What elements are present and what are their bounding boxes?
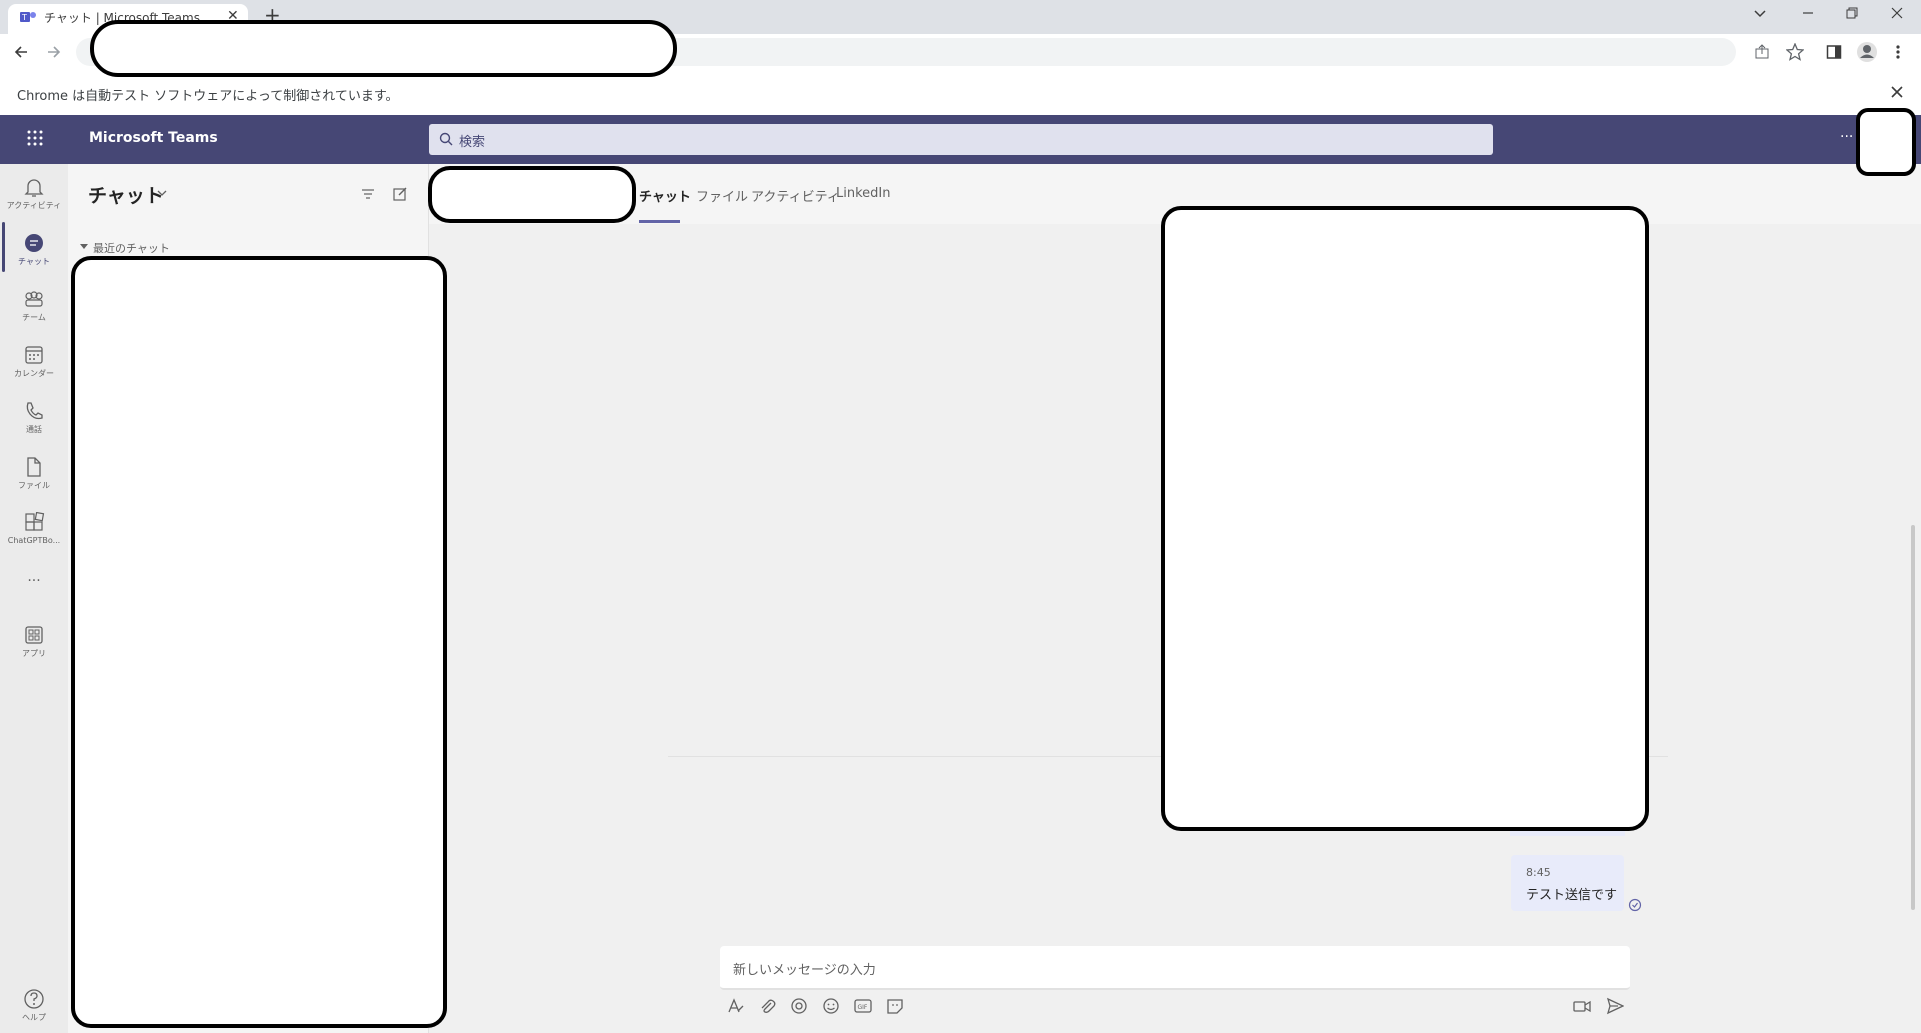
- app-title: Microsoft Teams: [89, 130, 218, 146]
- message-text: テスト送信です: [1526, 888, 1618, 903]
- svg-text:GIF: GIF: [858, 1004, 868, 1011]
- calendar-icon: [0, 344, 68, 366]
- tab-linkedin[interactable]: LinkedIn: [836, 186, 890, 201]
- redacted-messages: [1161, 206, 1649, 831]
- recent-chats-section[interactable]: 最近のチャット: [93, 240, 170, 256]
- message-scrollbar[interactable]: [1911, 525, 1915, 910]
- profile-avatar-icon[interactable]: [1856, 41, 1878, 63]
- sent-check-icon: [1628, 898, 1642, 912]
- rail-item-calls[interactable]: 通話: [0, 394, 68, 444]
- message-timestamp: 8:45: [1526, 866, 1551, 879]
- app-launcher-icon[interactable]: [26, 129, 44, 147]
- apps-icon: [0, 624, 68, 646]
- meet-now-icon[interactable]: [1573, 997, 1591, 1015]
- share-icon[interactable]: [1754, 44, 1770, 60]
- rail-label: チャット: [18, 257, 50, 266]
- rail-label: ChatGPTBo...: [7, 536, 61, 545]
- redacted-url: [90, 20, 677, 77]
- help-icon: [0, 988, 68, 1010]
- rail-item-help[interactable]: ヘルプ: [0, 982, 68, 1032]
- teams-icon: [0, 288, 68, 310]
- file-icon: [0, 456, 68, 478]
- rail-label: アプリ: [22, 649, 46, 658]
- rail-item-teams[interactable]: チーム: [0, 282, 68, 332]
- rail-label: ファイル: [18, 481, 50, 490]
- restore-icon[interactable]: [1845, 6, 1859, 20]
- gif-icon[interactable]: GIF: [854, 997, 872, 1015]
- rail-label: アクティビティ: [6, 201, 62, 210]
- message-input-placeholder: 新しいメッセージの入力: [733, 963, 876, 978]
- browser-menu-icon[interactable]: [1895, 44, 1901, 60]
- chevron-down-icon[interactable]: [156, 188, 168, 198]
- header-more-button[interactable]: ···: [1840, 129, 1853, 145]
- tab-chat[interactable]: チャット: [639, 186, 691, 205]
- rail-label: ヘルプ: [22, 1013, 46, 1022]
- new-chat-icon[interactable]: [393, 186, 408, 201]
- teams-logo-icon: T: [20, 10, 36, 24]
- format-icon[interactable]: [726, 997, 744, 1015]
- search-icon: [439, 132, 453, 146]
- more-apps-icon: ···: [27, 573, 41, 589]
- rail-item-chat[interactable]: チャット: [0, 226, 68, 276]
- attach-icon[interactable]: [758, 997, 776, 1015]
- redacted-chat-list: [71, 256, 447, 1028]
- minimize-icon[interactable]: [1801, 6, 1815, 20]
- rail-item-activity[interactable]: アクティビティ: [0, 170, 68, 220]
- search-input[interactable]: [429, 124, 1493, 155]
- window-close-icon[interactable]: [1890, 6, 1904, 20]
- infobar-close-icon[interactable]: [1890, 85, 1904, 99]
- tab-search-icon[interactable]: [1753, 6, 1767, 20]
- bell-icon: [0, 176, 68, 198]
- tab-files[interactable]: ファイル: [696, 186, 748, 205]
- redacted-conversation-name: [428, 166, 636, 223]
- automation-message: Chrome は自動テスト ソフトウェアによって制御されています。: [17, 89, 399, 104]
- redacted-profile: [1856, 108, 1916, 176]
- section-caret-icon[interactable]: [80, 244, 88, 250]
- chat-icon: [0, 232, 68, 254]
- emoji-icon[interactable]: [822, 997, 840, 1015]
- rail-more-button[interactable]: ···: [0, 570, 68, 600]
- tab-activity[interactable]: アクティビティ: [751, 186, 840, 205]
- svg-text:T: T: [21, 13, 27, 22]
- search-placeholder: 検索: [459, 135, 486, 150]
- rail-item-files[interactable]: ファイル: [0, 450, 68, 500]
- bookmark-star-icon[interactable]: [1786, 43, 1804, 61]
- back-icon[interactable]: [13, 44, 29, 60]
- side-panel-icon[interactable]: [1826, 44, 1842, 60]
- rail-label: カレンダー: [14, 369, 54, 378]
- active-tab-indicator: [639, 220, 680, 223]
- rail-label: 通話: [26, 425, 42, 434]
- forward-icon[interactable]: [46, 44, 62, 60]
- rail-item-apps[interactable]: アプリ: [0, 618, 68, 668]
- phone-icon: [0, 400, 68, 422]
- rail-label: チーム: [22, 313, 46, 322]
- loop-icon[interactable]: [790, 997, 808, 1015]
- rail-item-chatgptbot[interactable]: ChatGPTBo...: [0, 506, 68, 556]
- chat-list-title[interactable]: チャット: [88, 181, 164, 208]
- rail-item-calendar[interactable]: カレンダー: [0, 338, 68, 388]
- sticker-icon[interactable]: [886, 997, 904, 1015]
- app-icon: [0, 512, 68, 534]
- filter-icon[interactable]: [361, 187, 375, 201]
- send-icon[interactable]: [1606, 997, 1624, 1015]
